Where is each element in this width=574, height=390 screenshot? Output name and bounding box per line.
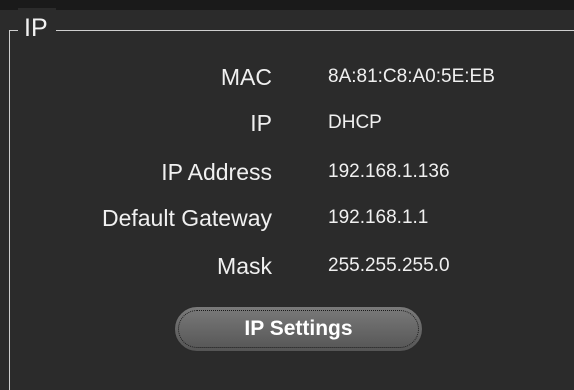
mac-value: 8A:81:C8:A0:5E:EB [328,66,495,87]
top-strip [0,0,574,10]
mask-label: Mask [217,253,272,279]
default-gateway-label: Default Gateway [101,205,272,231]
default-gateway-value: 192.168.1.1 [328,207,429,228]
mac-label: MAC [220,64,272,90]
ip-mode-label: IP [250,110,272,136]
ip-mode-row: IP DHCP [0,103,574,143]
ip-mode-value: DHCP [328,112,382,133]
ip-settings-button[interactable]: IP Settings [174,306,423,352]
mask-value: 255.255.255.0 [328,255,450,276]
default-gateway-row: Default Gateway 192.168.1.1 [0,198,574,238]
ip-address-label: IP Address [161,159,272,185]
ip-address-row: IP Address 192.168.1.136 [0,152,574,192]
groupbox-title: IP [18,8,56,48]
ip-address-value: 192.168.1.136 [328,161,450,182]
mac-row: MAC 8A:81:C8:A0:5E:EB [0,57,574,97]
mask-row: Mask 255.255.255.0 [0,246,574,286]
